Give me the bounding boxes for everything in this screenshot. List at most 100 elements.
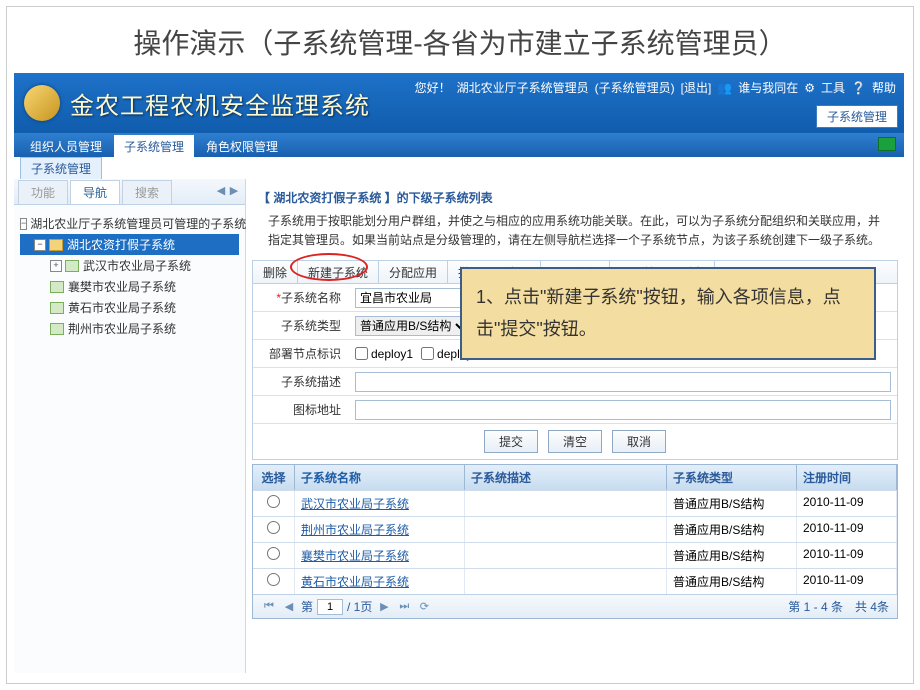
col-select: 选择	[253, 465, 295, 490]
current-user: 湖北农业厅子系统管理员	[457, 79, 589, 96]
col-date[interactable]: 注册时间	[797, 465, 897, 490]
who-online-link[interactable]: 谁与我同在	[738, 79, 798, 96]
top-tab-bar: 组织人员管理 子系统管理 角色权限管理	[14, 133, 904, 157]
tree-toggle-icon[interactable]: +	[50, 260, 62, 272]
col-type[interactable]: 子系统类型	[667, 465, 797, 490]
row-name-link[interactable]: 襄樊市农业局子系统	[295, 543, 465, 568]
tree-toggle-icon[interactable]: −	[34, 239, 46, 251]
tree-node-label: 湖北农资打假子系统	[67, 236, 175, 253]
grid-header: 选择 子系统名称 子系统描述 子系统类型 注册时间	[253, 465, 897, 490]
submit-button[interactable]: 提交	[484, 430, 538, 453]
tree-leaf-label: 黄石市农业局子系统	[68, 299, 176, 316]
tree-leaf[interactable]: 荆州市农业局子系统	[20, 318, 239, 339]
current-role: (子系统管理员)	[595, 79, 675, 96]
cancel-button[interactable]: 取消	[612, 430, 666, 453]
table-row: 黄石市农业局子系统 普通应用B/S结构2010-11-09	[253, 568, 897, 594]
label-icon-url: 图标地址	[253, 396, 349, 423]
chevron-right-icon[interactable]: ▶	[229, 183, 239, 197]
label-deploy: 部署节点标识	[253, 340, 349, 367]
row-select-radio[interactable]	[267, 547, 280, 560]
col-name[interactable]: 子系统名称	[295, 465, 465, 490]
nav-tree: − 湖北农业厅子系统管理员可管理的子系统 − 湖北农资打假子系统 + 武汉市农业…	[14, 205, 245, 347]
col-desc[interactable]: 子系统描述	[465, 465, 667, 490]
row-name-link[interactable]: 黄石市农业局子系统	[295, 569, 465, 594]
row-select-radio[interactable]	[267, 495, 280, 508]
row-select-radio[interactable]	[267, 521, 280, 534]
row-date: 2010-11-09	[797, 569, 897, 594]
chevron-left-icon[interactable]: ◀	[216, 183, 226, 197]
last-page-button[interactable]: ⏭	[396, 599, 412, 615]
tab-subsystem[interactable]: 子系统管理	[114, 135, 194, 157]
status-icon	[878, 137, 896, 151]
tree-root[interactable]: − 湖北农业厅子系统管理员可管理的子系统	[20, 213, 239, 234]
help-icon: ❔	[851, 81, 866, 95]
tools-link[interactable]: 工具	[821, 79, 845, 96]
logout-link[interactable]: [退出]	[681, 79, 712, 96]
row-name-link[interactable]: 荆州市农业局子系统	[295, 517, 465, 542]
panel-description: 子系统用于按职能划分用户群组，并使之与相应的应用系统功能关联。在此，可以为子系统…	[252, 212, 898, 260]
next-page-button[interactable]: ▶	[376, 599, 392, 615]
prev-page-button[interactable]: ◀	[281, 599, 297, 615]
assign-app-button[interactable]: 分配应用	[379, 261, 448, 283]
app-logo-icon	[24, 85, 60, 121]
subsystem-grid: 选择 子系统名称 子系统描述 子系统类型 注册时间 武汉市农业局子系统普通应用B…	[252, 464, 898, 619]
right-panel: 【 湖北农资打假子系统 】的下级子系统列表 子系统用于按职能划分用户群组，并使之…	[246, 179, 904, 673]
subsystem-button[interactable]: 子系统管理	[816, 105, 898, 128]
tree-leaf-label: 荆州市农业局子系统	[68, 320, 176, 337]
greeting: 您好！	[415, 79, 451, 96]
pager-prefix: 第	[301, 598, 313, 615]
help-link[interactable]: 帮助	[872, 79, 896, 96]
tab-org[interactable]: 组织人员管理	[20, 135, 112, 157]
folder-icon	[49, 239, 63, 251]
tree-leaf[interactable]: 黄石市农业局子系统	[20, 297, 239, 318]
total-pages: / 1页	[347, 598, 372, 615]
sub-tab-row: 子系统管理	[14, 157, 904, 179]
clear-button[interactable]: 清空	[548, 430, 602, 453]
left-tab-search[interactable]: 搜索	[122, 180, 172, 204]
row-select-radio[interactable]	[267, 573, 280, 586]
page-input[interactable]	[317, 599, 343, 615]
slide-title: 操作演示（子系统管理-各省为市建立子系统管理员）	[0, 22, 920, 62]
deploy1-checkbox[interactable]	[355, 347, 368, 360]
label-subsystem-type: 子系统类型	[253, 312, 349, 339]
instruction-callout: 1、点击"新建子系统"按钮，输入各项信息，点击"提交"按钮。	[460, 267, 876, 360]
sub-tab-subsystem[interactable]: 子系统管理	[20, 157, 102, 179]
row-desc	[465, 543, 667, 568]
label-subsystem-desc: 子系统描述	[253, 368, 349, 395]
row-name-link[interactable]: 武汉市农业局子系统	[295, 491, 465, 516]
grid-footer: ⏮ ◀ 第 / 1页 ▶ ⏭ ⟳ 第 1 - 4 条 共 4条	[253, 594, 897, 618]
tree-leaf[interactable]: + 武汉市农业局子系统	[20, 255, 239, 276]
app-header: 金农工程农机安全监理系统 您好！ 湖北农业厅子系统管理员 (子系统管理员) [退…	[14, 73, 904, 133]
left-panel: 功能 导航 搜索 ◀ ▶ − 湖北农业厅子系统管理员可管理的子系统 − 湖北农资…	[14, 179, 246, 673]
leaf-icon	[50, 281, 64, 293]
tree-toggle-icon[interactable]: −	[20, 218, 27, 230]
first-page-button[interactable]: ⏮	[261, 599, 277, 615]
table-row: 襄樊市农业局子系统 普通应用B/S结构2010-11-09	[253, 542, 897, 568]
deploy2-checkbox[interactable]	[421, 347, 434, 360]
row-date: 2010-11-09	[797, 543, 897, 568]
row-type: 普通应用B/S结构	[667, 543, 797, 568]
table-row: 武汉市农业局子系统普通应用B/S结构2010-11-09	[253, 490, 897, 516]
row-type: 普通应用B/S结构	[667, 491, 797, 516]
subsystem-type-select[interactable]: 普通应用B/S结构	[355, 316, 469, 336]
delete-button[interactable]: 删除	[253, 261, 298, 283]
tree-node-hubei[interactable]: − 湖北农资打假子系统	[20, 234, 239, 255]
subsystem-desc-input[interactable]	[355, 372, 891, 392]
tree-leaf[interactable]: 襄樊市农业局子系统	[20, 276, 239, 297]
deploy1-label: deploy1	[371, 347, 413, 361]
left-tab-nav[interactable]: 导航	[70, 180, 120, 204]
refresh-button[interactable]: ⟳	[416, 599, 432, 615]
row-type: 普通应用B/S结构	[667, 569, 797, 594]
tab-role[interactable]: 角色权限管理	[196, 135, 288, 157]
user-icon: 👥	[717, 81, 732, 95]
pager: ⏮ ◀ 第 / 1页 ▶ ⏭ ⟳	[261, 598, 432, 615]
row-desc	[465, 569, 667, 594]
left-tab-function[interactable]: 功能	[18, 180, 68, 204]
header-user-bar: 您好！ 湖北农业厅子系统管理员 (子系统管理员) [退出] 👥 谁与我同在 ⚙ …	[415, 79, 896, 96]
icon-url-input[interactable]	[355, 400, 891, 420]
new-subsystem-button[interactable]: 新建子系统	[298, 261, 379, 283]
leaf-icon	[65, 260, 79, 272]
tree-leaf-label: 武汉市农业局子系统	[83, 257, 191, 274]
leaf-icon	[50, 323, 64, 335]
row-desc	[465, 491, 667, 516]
